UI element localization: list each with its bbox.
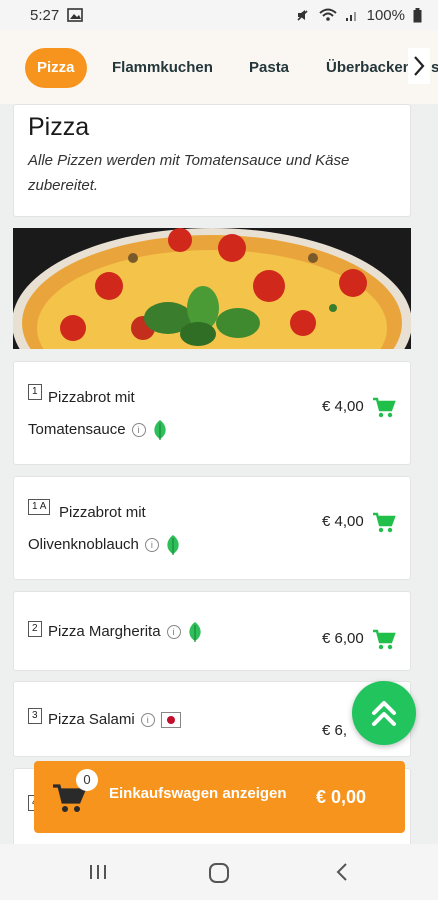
category-header-card: Pizza Alle Pizzen werden mit Tomatensauc…	[13, 104, 411, 217]
product-card[interactable]: 2 Pizza Margherita i € 6,00	[13, 591, 411, 671]
product-name-line2: Olivenknoblauch	[28, 536, 139, 553]
product-name-line2: Tomatensauce	[28, 421, 126, 438]
product-name: Pizza Margherita	[48, 623, 161, 640]
product-price: € 4,00	[322, 398, 364, 415]
product-number: 1	[28, 384, 42, 400]
double-chevron-up-icon	[372, 701, 396, 726]
info-icon[interactable]: i	[140, 713, 155, 727]
product-card[interactable]: 3 Pizza Salami i € 6,	[13, 681, 411, 757]
info-icon[interactable]: i	[144, 538, 159, 552]
product-card[interactable]: 1 Pizzabrot mit Tomatensauce i € 4,00	[13, 361, 411, 465]
pizza-hero-image	[13, 228, 411, 349]
product-price: € 4,00	[322, 513, 364, 530]
signal-icon	[345, 8, 359, 22]
info-icon[interactable]: i	[166, 625, 181, 639]
product-name: Pizza Salami	[48, 711, 135, 728]
chevron-right-icon	[414, 56, 425, 76]
recent-apps-icon[interactable]	[88, 862, 108, 882]
category-tab-bar: Pizza Flammkuchen Pasta Überbacken s	[0, 30, 438, 104]
product-name: Pizzabrot mit	[59, 504, 146, 521]
battery-icon	[413, 7, 422, 23]
add-to-cart-icon[interactable]	[372, 512, 396, 534]
system-navigation-bar	[0, 844, 438, 900]
vegetarian-leaf-icon	[153, 420, 166, 440]
scroll-tabs-right-button[interactable]	[408, 48, 430, 84]
product-price: € 6,00	[322, 630, 364, 647]
tab-flammkuchen[interactable]: Flammkuchen	[112, 48, 213, 88]
product-name: Pizzabrot mit	[48, 389, 135, 406]
wifi-icon	[318, 8, 337, 22]
tab-pasta[interactable]: Pasta	[249, 48, 289, 88]
info-icon[interactable]: i	[131, 423, 146, 437]
product-number: 1 A	[28, 499, 51, 515]
tab-ueberbacken[interactable]: Überbacken	[326, 48, 412, 88]
cart-total: € 0,00	[316, 787, 367, 807]
cart-label: Einkaufswagen anzeigen	[109, 785, 287, 802]
mute-icon	[295, 7, 311, 23]
category-description: Alle Pizzen werden mit Tomatensauce und …	[28, 152, 350, 194]
battery-level: 100%	[366, 6, 405, 24]
scroll-to-top-button[interactable]	[352, 681, 416, 745]
product-card[interactable]: 1 A Pizzabrot mit Olivenknoblauch i € 4,…	[13, 476, 411, 580]
category-title: Pizza	[28, 113, 90, 141]
add-to-cart-icon[interactable]	[372, 397, 396, 419]
vegetarian-leaf-icon	[167, 535, 179, 555]
product-price: € 6,	[322, 722, 348, 739]
back-icon[interactable]	[334, 862, 350, 882]
view-cart-button[interactable]: 0 Einkaufswagen anzeigen € 0,00	[34, 761, 405, 833]
status-time: 5:27	[30, 6, 60, 24]
tab-pizza[interactable]: Pizza	[25, 48, 87, 88]
gallery-notification-icon	[67, 8, 84, 22]
japan-flag-icon	[160, 712, 181, 728]
product-number: 2	[28, 621, 42, 637]
add-to-cart-icon[interactable]	[372, 629, 396, 651]
home-icon[interactable]	[208, 862, 230, 884]
status-bar: 5:27 100%	[0, 0, 438, 30]
product-number: 3	[28, 708, 42, 724]
vegetarian-leaf-icon	[188, 622, 201, 642]
tab-next[interactable]: s	[431, 48, 438, 88]
cart-item-count-badge: 0	[76, 769, 98, 791]
